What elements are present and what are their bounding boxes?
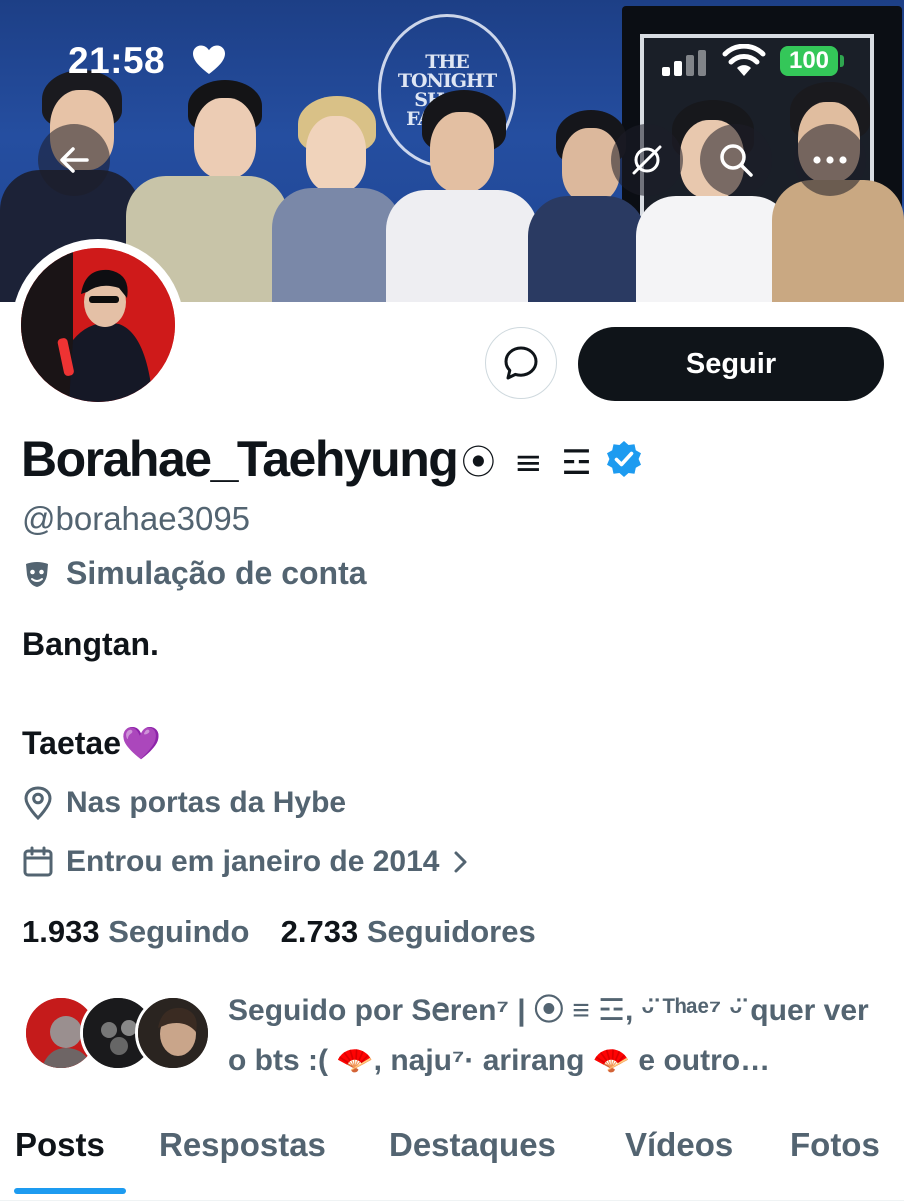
follow-button[interactable]: Seguir (578, 327, 884, 401)
joined-text: Entrou em janeiro de 2014 (66, 845, 440, 878)
avatar-photo-icon (21, 248, 175, 402)
followers-link[interactable]: 2.733 Seguidores (281, 914, 536, 949)
battery-tip (840, 55, 844, 67)
grok-icon (632, 145, 662, 175)
tab-destaques[interactable]: Destaques (389, 1126, 556, 1164)
location-pin-icon (24, 786, 52, 820)
tab-videos[interactable]: Vídeos (625, 1126, 733, 1164)
follow-stats: 1.933 Seguindo 2.733 Seguidores (22, 914, 536, 950)
bio-line-1: Bangtan. (22, 626, 159, 662)
tab-fotos[interactable]: Fotos (790, 1126, 880, 1164)
theater-mask-icon (26, 561, 48, 587)
parody-label-text: Simulação de conta (66, 555, 367, 591)
verified-badge-icon[interactable] (604, 439, 644, 479)
heart-icon (193, 45, 225, 74)
status-time: 21:58 (68, 40, 166, 81)
following-count: 1.933 (22, 914, 100, 949)
tab-posts[interactable]: Posts (15, 1126, 105, 1164)
location-row: Nas portas da Hybe (22, 786, 346, 820)
signal-icon (662, 50, 706, 76)
arrow-left-icon (60, 147, 89, 173)
message-bubble-icon (504, 346, 538, 380)
search-icon (720, 144, 753, 177)
joined-row[interactable]: Entrou em janeiro de 2014 (22, 845, 485, 879)
followers-label: Seguidores (366, 914, 536, 949)
search-button[interactable] (700, 124, 772, 196)
followed-by-text[interactable]: Seguido por S𝖾ren⁷ | ⦿ ≡ ☲, ᵕ̈ ᵀʰᵃᵉ⁷ ᵕ̈ … (228, 986, 892, 1086)
more-icon (813, 156, 847, 164)
back-button[interactable] (38, 124, 110, 196)
battery-indicator: 100 (780, 46, 838, 76)
banner-person-3 (272, 96, 402, 302)
tab-respostas[interactable]: Respostas (159, 1126, 326, 1164)
following-label: Seguindo (108, 914, 250, 949)
active-tab-indicator (14, 1188, 126, 1194)
banner-person-4 (386, 90, 538, 302)
display-name: Borahae_Taehyung ⦿ ≡ ☲ (21, 430, 644, 488)
profile-avatar[interactable] (12, 239, 184, 411)
grok-button[interactable] (611, 124, 683, 196)
display-name-text: Borahae_Taehyung (21, 431, 459, 487)
chevron-right-icon (454, 851, 467, 873)
more-options-button[interactable] (794, 124, 866, 196)
parody-label: Simulação de conta (22, 555, 367, 592)
followers-count: 2.733 (280, 914, 359, 949)
user-handle: @borahae3095 (22, 500, 251, 537)
display-name-decoration: ⦿ ≡ ☲ (461, 442, 596, 483)
profile-tabs: Posts Respostas Destaques Vídeos Fotos (0, 1118, 904, 1201)
location-text: Nas portas da Hybe (66, 786, 347, 819)
bio-line-2: Taetae💜 (22, 725, 161, 761)
following-link[interactable]: 1.933 Seguindo (22, 914, 258, 949)
follower-avatar-3[interactable] (135, 995, 211, 1071)
wifi-icon (722, 44, 766, 76)
calendar-icon (23, 846, 53, 877)
message-button[interactable] (485, 327, 557, 399)
avatar-image (21, 248, 175, 402)
